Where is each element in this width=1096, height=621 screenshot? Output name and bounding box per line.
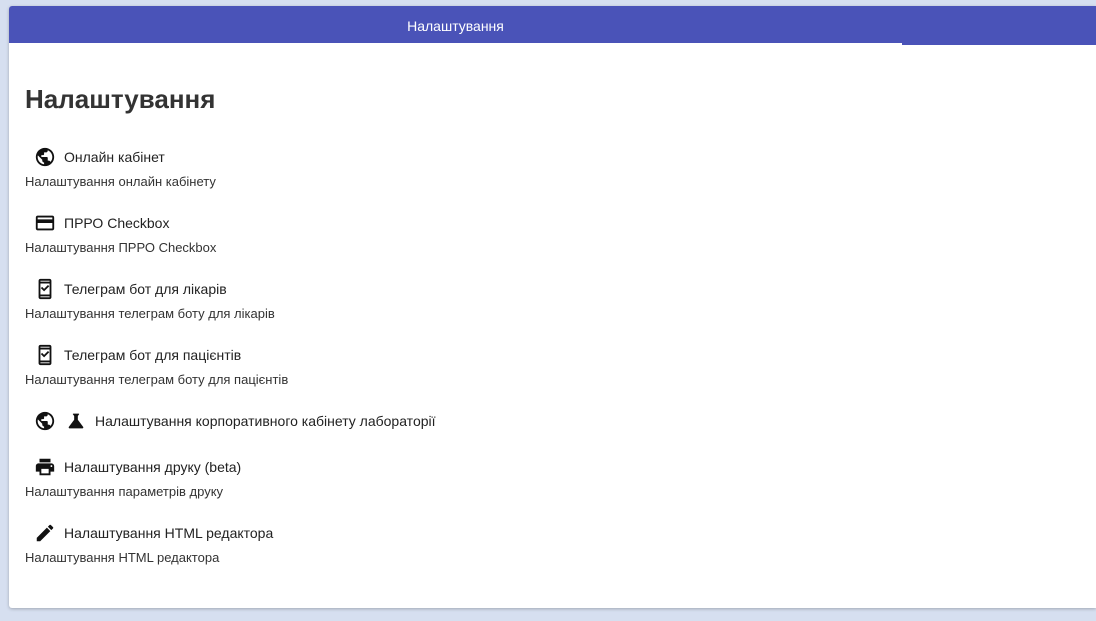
setting-description: Налаштування ПРРО Checkbox [25, 240, 217, 255]
credit-card-icon [33, 211, 57, 235]
page-title: Налаштування [25, 84, 216, 114]
tab-active-indicator [9, 43, 902, 45]
tab-settings[interactable]: Налаштування [9, 6, 902, 45]
globe-icon [33, 409, 57, 433]
setting-description: Налаштування онлайн кабінету [25, 174, 216, 189]
setting-title: Налаштування друку (beta) [64, 459, 242, 475]
tab-bar: Налаштування [9, 6, 1096, 45]
globe-icon [33, 145, 57, 169]
setting-title: Телеграм бот для лікарів [64, 281, 227, 297]
setting-description: Налаштування телеграм боту для лікарів [25, 306, 275, 321]
setting-lab-cabinet[interactable]: Налаштування корпоративного кабінету лаб… [25, 408, 1025, 454]
setting-title: Онлайн кабінет [64, 149, 165, 165]
settings-card: Налаштування Налаштування Онлайн кабінет… [9, 6, 1096, 608]
flask-icon [64, 409, 88, 433]
pencil-icon [33, 521, 57, 545]
setting-prro-checkbox[interactable]: ПРРО Checkbox Налаштування ПРРО Checkbox [25, 210, 1025, 276]
setting-title: Налаштування корпоративного кабінету лаб… [95, 413, 436, 429]
setting-title: Налаштування HTML редактора [64, 525, 274, 541]
setting-telegram-doctors[interactable]: Телеграм бот для лікарів Налаштування те… [25, 276, 1025, 342]
setting-description: Налаштування HTML редактора [25, 550, 220, 565]
setting-title: Телеграм бот для пацієнтів [64, 347, 242, 363]
setting-online-cabinet[interactable]: Онлайн кабінет Налаштування онлайн кабін… [25, 144, 1025, 210]
phone-check-icon [33, 343, 57, 367]
setting-description: Налаштування параметрів друку [25, 484, 224, 499]
setting-description: Налаштування телеграм боту для пацієнтів [25, 372, 289, 387]
phone-check-icon [33, 277, 57, 301]
settings-list: Онлайн кабінет Налаштування онлайн кабін… [25, 144, 1025, 586]
setting-html-editor[interactable]: Налаштування HTML редактора Налаштування… [25, 520, 1025, 586]
tab-settings-label: Налаштування [407, 17, 504, 34]
setting-telegram-patients[interactable]: Телеграм бот для пацієнтів Налаштування … [25, 342, 1025, 408]
printer-icon [33, 455, 57, 479]
setting-print[interactable]: Налаштування друку (beta) Налаштування п… [25, 454, 1025, 520]
setting-title: ПРРО Checkbox [64, 215, 170, 231]
